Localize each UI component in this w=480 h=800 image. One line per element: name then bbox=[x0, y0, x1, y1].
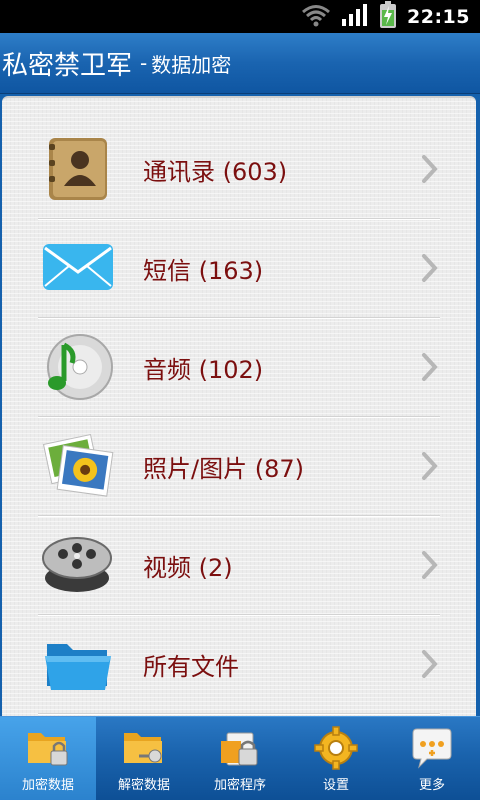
signal-icon bbox=[341, 3, 369, 31]
tab-label: 加密数据 bbox=[21, 778, 74, 793]
tab-encrypt-apps[interactable]: 加密程序 bbox=[192, 717, 288, 800]
folder-icon bbox=[40, 626, 116, 702]
list-item-sms[interactable]: 短信 (163) bbox=[38, 219, 440, 318]
list-item-contacts[interactable]: 通讯录 (603) bbox=[38, 120, 440, 219]
list-item-label: 短信 (163) bbox=[143, 256, 264, 285]
tab-label: 更多 bbox=[418, 778, 445, 793]
title-bar: 私密禁卫军 - 数据加密 bbox=[0, 33, 480, 94]
list-item-video[interactable]: 视频 (2) bbox=[38, 516, 440, 615]
tab-decrypt-data[interactable]: 解密数据 bbox=[96, 717, 192, 800]
list-item-label: 所有文件 bbox=[143, 652, 239, 681]
status-icons: 22:15 bbox=[301, 0, 470, 33]
chevron-right-icon bbox=[420, 649, 440, 679]
category-list: 通讯录 (603) 短信 (163) 音频 (102) 照片/图片 (87) 视… bbox=[2, 120, 476, 714]
list-item-label: 音频 (102) bbox=[143, 355, 264, 384]
page-subtitle: 数据加密 bbox=[151, 52, 232, 77]
chevron-right-icon bbox=[420, 550, 440, 580]
encrypt-folder-icon bbox=[25, 725, 71, 771]
list-item-label: 照片/图片 (87) bbox=[143, 454, 304, 483]
list-item-label: 通讯录 (603) bbox=[143, 157, 288, 186]
settings-gear-icon bbox=[313, 725, 359, 771]
tab-encrypt-data[interactable]: 加密数据 bbox=[0, 717, 96, 800]
tab-label: 加密程序 bbox=[213, 778, 266, 793]
title-separator: - bbox=[140, 51, 148, 75]
status-bar: 22:15 bbox=[0, 0, 480, 33]
wifi-icon bbox=[301, 3, 331, 31]
tab-label: 解密数据 bbox=[117, 778, 170, 793]
music-disc-icon bbox=[40, 329, 116, 405]
list-panel: 通讯录 (603) 短信 (163) 音频 (102) 照片/图片 (87) 视… bbox=[2, 96, 476, 718]
tab-label: 设置 bbox=[322, 778, 349, 793]
decrypt-folder-icon bbox=[121, 725, 167, 771]
encrypt-app-icon bbox=[217, 725, 263, 771]
chevron-right-icon bbox=[420, 154, 440, 184]
app-screen: 22:15 私密禁卫军 - 数据加密 通讯录 (603) 短信 (163) 音频… bbox=[0, 0, 480, 800]
film-reel-icon bbox=[40, 527, 116, 603]
tab-settings[interactable]: 设置 bbox=[288, 717, 384, 800]
list-item-audio[interactable]: 音频 (102) bbox=[38, 318, 440, 417]
contacts-book-icon bbox=[40, 131, 116, 207]
list-item-all-files[interactable]: 所有文件 bbox=[38, 615, 440, 714]
chevron-right-icon bbox=[420, 352, 440, 382]
battery-charging-icon bbox=[379, 0, 397, 33]
content-area: 通讯录 (603) 短信 (163) 音频 (102) 照片/图片 (87) 视… bbox=[0, 94, 480, 718]
chevron-right-icon bbox=[420, 253, 440, 283]
chevron-right-icon bbox=[420, 451, 440, 481]
app-title: 私密禁卫军 bbox=[2, 50, 133, 81]
tab-more[interactable]: 更多 bbox=[384, 717, 480, 800]
list-item-photos[interactable]: 照片/图片 (87) bbox=[38, 417, 440, 516]
more-bubble-icon bbox=[409, 725, 455, 771]
status-time: 22:15 bbox=[407, 5, 470, 28]
list-item-label: 视频 (2) bbox=[143, 553, 233, 582]
envelope-icon bbox=[40, 230, 116, 306]
photos-icon bbox=[40, 428, 116, 504]
bottom-tab-bar: 加密数据 解密数据 加密程序 设置 更多 bbox=[0, 716, 480, 800]
